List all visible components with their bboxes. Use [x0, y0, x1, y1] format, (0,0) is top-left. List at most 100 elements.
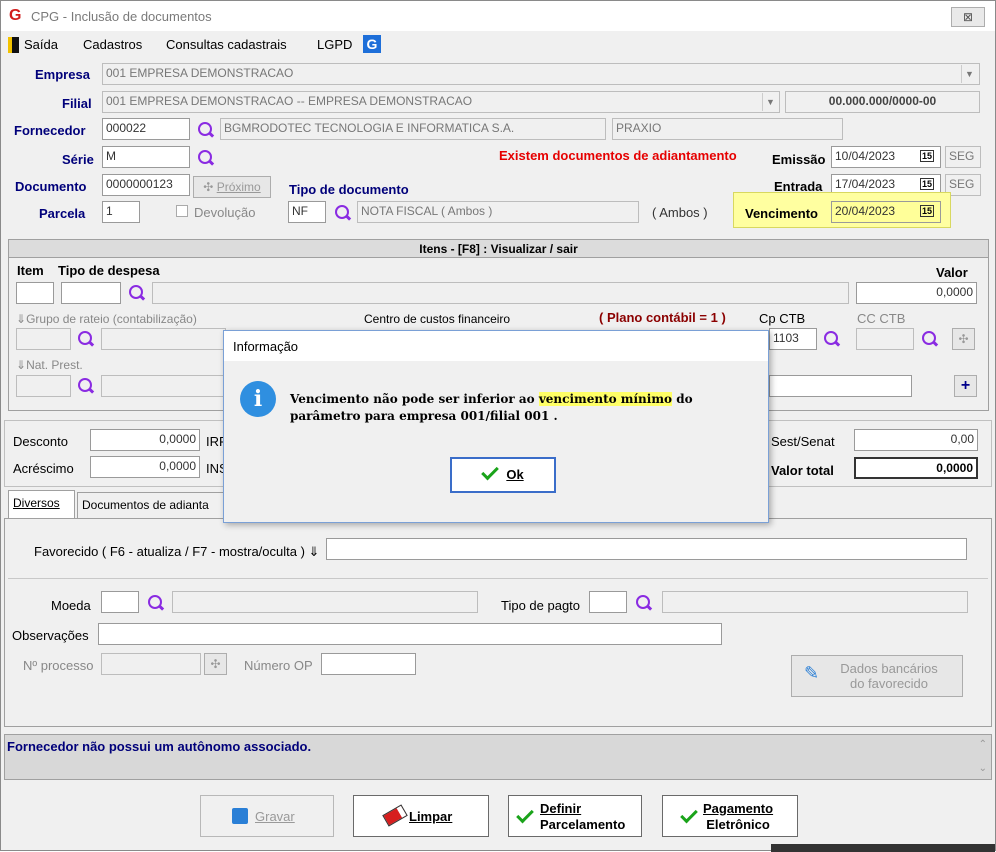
adiantamento-warning: Existem documentos de adiantamento [499, 148, 737, 163]
add-icon[interactable]: ✣ [952, 328, 975, 350]
search-icon[interactable] [197, 149, 215, 167]
acrescimo-field[interactable]: 0,0000 [90, 456, 200, 478]
desconto-label: Desconto [13, 434, 68, 449]
tipo-pagto-desc [662, 591, 968, 613]
info-dialog: Informação i Vencimento não pode ser inf… [223, 330, 769, 523]
add-icon[interactable]: ✣ [204, 653, 227, 675]
valor-field[interactable]: 0,0000 [856, 282, 977, 304]
calendar-icon[interactable]: 15 [920, 205, 935, 217]
dados-bancarios-button: ✎ Dados bancários do favorecido [791, 655, 963, 697]
dialog-message: Vencimento não pode ser inferior ao venc… [290, 392, 693, 423]
filial-label: Filial [62, 96, 92, 111]
nprocesso-field[interactable] [101, 653, 201, 675]
fornecedor-code-field[interactable]: 000022 [102, 118, 190, 140]
info-icon: i [240, 381, 276, 417]
calendar-icon[interactable]: 15 [920, 178, 935, 190]
close-button[interactable]: ⊠ [951, 7, 985, 27]
valor-total-label: Valor total [771, 463, 834, 478]
desconto-field[interactable]: 0,0000 [90, 429, 200, 451]
vencimento-label: Vencimento [745, 206, 818, 221]
status-message: Fornecedor não possui um autônomo associ… [7, 739, 312, 754]
pencil-icon: ✎ [804, 663, 820, 683]
pagamento-eletronico-button[interactable]: Pagamento Eletrônico [662, 795, 798, 837]
filial-field[interactable]: 001 EMPRESA DEMONSTRACAO -- EMPRESA DEMO… [102, 91, 780, 113]
eraser-icon [382, 803, 408, 828]
tab-diversos[interactable]: Diversos [8, 490, 75, 519]
favorecido-label: Favorecido ( F6 - atualiza / F7 - mostra… [34, 544, 320, 559]
nat-prest-field[interactable] [16, 375, 71, 397]
tipo-doc-name-field: NOTA FISCAL ( Ambos ) [357, 201, 639, 223]
plano-contabil-label: ( Plano contábil = 1 ) [599, 310, 726, 325]
search-icon[interactable] [77, 377, 95, 395]
dialog-title: Informação [224, 331, 768, 361]
grupo-rateio-label: ⇓Grupo de rateio (contabilização) [16, 312, 197, 326]
ok-button[interactable]: Ok [450, 457, 556, 493]
menu-lgpd[interactable]: LGPD [317, 37, 352, 52]
title-bar: G CPG - Inclusão de documentos ⊠ [1, 1, 995, 31]
definir-parcelamento-button[interactable]: Definir Parcelamento [508, 795, 642, 837]
valor-total-field: 0,0000 [854, 457, 978, 479]
tipo-doc-code-field[interactable]: NF [288, 201, 326, 223]
scroll-up-icon[interactable]: ⌃ [979, 739, 987, 750]
gravar-button: Gravar [200, 795, 334, 837]
cp-ctb-label: Cp CTB [759, 311, 806, 326]
documento-label: Documento [15, 179, 87, 194]
scroll-down-icon[interactable]: ⌄ [979, 763, 987, 774]
search-icon[interactable] [197, 121, 215, 139]
calendar-icon[interactable]: 15 [920, 150, 935, 162]
numero-op-field[interactable] [321, 653, 416, 675]
serie-label: Série [62, 152, 94, 167]
add-item-button[interactable]: + [954, 375, 977, 397]
tipo-despesa-desc [152, 282, 849, 304]
moeda-field[interactable] [101, 591, 139, 613]
sest-field[interactable]: 0,00 [854, 429, 978, 451]
search-icon[interactable] [334, 204, 352, 222]
search-icon[interactable] [921, 330, 939, 348]
chevron-down-icon[interactable]: ▼ [961, 65, 977, 83]
tipo-despesa-field[interactable] [61, 282, 121, 304]
search-icon[interactable] [147, 594, 165, 612]
chevron-down-icon[interactable]: ▼ [762, 93, 778, 111]
valor-label: Valor [936, 265, 968, 280]
parcela-field[interactable]: 1 [102, 201, 140, 223]
check-icon [481, 462, 500, 481]
tipo-pagto-label: Tipo de pagto [501, 598, 581, 613]
menu-saida[interactable]: Saída [24, 37, 58, 52]
itens-header: Itens - [F8] : Visualizar / sair [9, 240, 988, 258]
moeda-label: Moeda [51, 598, 91, 613]
observacoes-field[interactable] [98, 623, 722, 645]
serie-field[interactable]: M [102, 146, 190, 168]
favorecido-field[interactable] [326, 538, 967, 560]
cc-ctb-field[interactable] [856, 328, 914, 350]
tab-documentos[interactable]: Documentos de adianta [77, 492, 227, 518]
extra-field[interactable] [769, 375, 912, 397]
search-icon[interactable] [635, 594, 653, 612]
app-logo-icon: G [9, 7, 22, 24]
proximo-button: ✣ Próximo [193, 176, 271, 198]
search-icon[interactable] [128, 284, 146, 302]
item-field[interactable] [16, 282, 54, 304]
empresa-field[interactable]: 001 EMPRESA DEMONSTRACAO [102, 63, 980, 85]
devolucao-checkbox[interactable] [176, 205, 188, 217]
divider [8, 578, 988, 579]
acrescimo-label: Acréscimo [13, 461, 74, 476]
grupo-rateio-field[interactable] [16, 328, 71, 350]
menu-consultas[interactable]: Consultas cadastrais [166, 37, 287, 52]
cc-ctb-label: CC CTB [857, 311, 906, 326]
cp-ctb-field[interactable]: 1103 [769, 328, 817, 350]
item-label: Item [17, 263, 44, 278]
main-window: G CPG - Inclusão de documentos ⊠ Saída C… [0, 0, 996, 852]
search-icon[interactable] [77, 330, 95, 348]
documento-field[interactable]: 0000000123 [102, 174, 190, 196]
emissao-label: Emissão [772, 152, 826, 167]
observacoes-label: Observações [12, 628, 89, 643]
tipo-despesa-label: Tipo de despesa [58, 263, 160, 278]
limpar-button[interactable]: Limpar [353, 795, 489, 837]
save-icon [232, 808, 248, 824]
emissao-day: SEG [945, 146, 981, 168]
search-icon[interactable] [823, 330, 841, 348]
g-logo-icon[interactable]: G [363, 35, 381, 53]
menu-cadastros[interactable]: Cadastros [83, 37, 142, 52]
window-title: CPG - Inclusão de documentos [31, 9, 212, 24]
tipo-pagto-field[interactable] [589, 591, 627, 613]
